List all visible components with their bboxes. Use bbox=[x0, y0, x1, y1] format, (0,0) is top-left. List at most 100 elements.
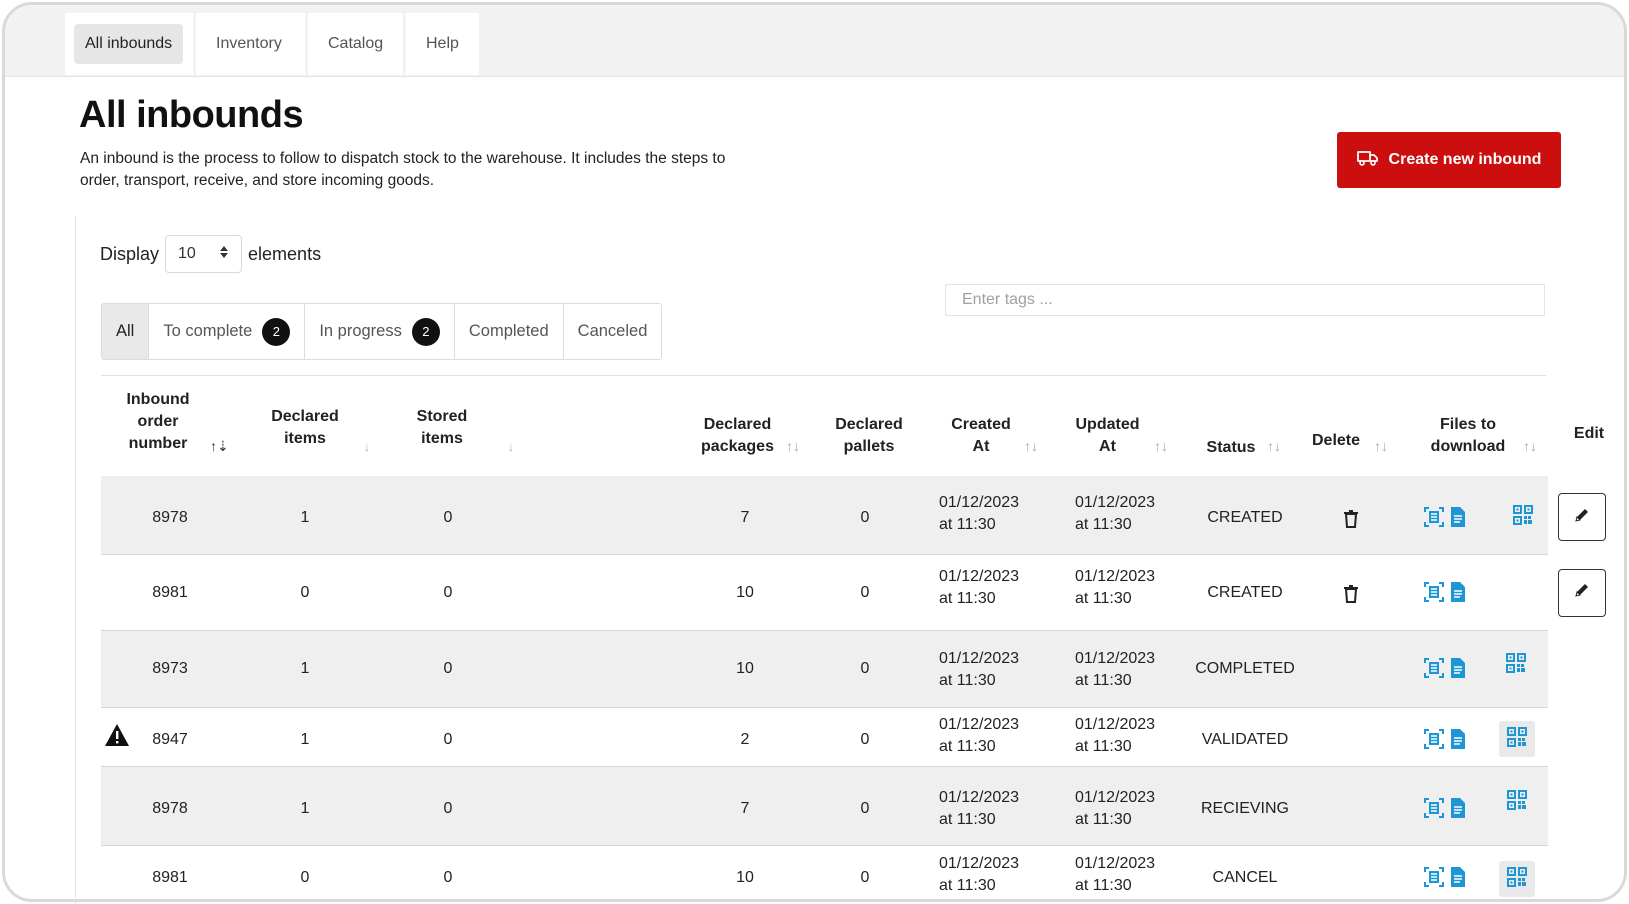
cell-order-number[interactable]: 8981 bbox=[140, 582, 200, 604]
status-badge: RECIEVING bbox=[1200, 800, 1289, 817]
cell-declared-items: 1 bbox=[300, 509, 310, 526]
cell-order-number[interactable]: 8978 bbox=[140, 798, 200, 820]
qr-code-icon[interactable] bbox=[1505, 788, 1529, 812]
cell-declared-items: 1 bbox=[300, 800, 310, 817]
cell-declared-pallets: 0 bbox=[860, 869, 870, 886]
truck-icon bbox=[1356, 150, 1379, 171]
display-control: Display 10 elements bbox=[100, 235, 321, 273]
header-declared-pallets[interactable]: Declared pallets bbox=[829, 414, 909, 458]
header-files-to-download[interactable]: Files to download bbox=[1423, 414, 1513, 458]
table-separator bbox=[101, 375, 1546, 376]
tab-inventory[interactable]: Inventory bbox=[196, 13, 305, 75]
trash-icon[interactable] bbox=[1339, 507, 1363, 531]
create-button-label: Create new inbound bbox=[1388, 151, 1542, 168]
header-delete[interactable]: Delete bbox=[1306, 430, 1366, 452]
cell-updated-at: 01/12/2023 at 11:30 bbox=[1075, 789, 1156, 828]
filter-canceled[interactable]: Canceled bbox=[564, 304, 662, 359]
sort-icon[interactable]: ↑↓ bbox=[1523, 438, 1537, 454]
filter-label: In progress bbox=[319, 322, 402, 340]
cell-declared-packages: 10 bbox=[736, 583, 754, 601]
tab-help[interactable]: Help bbox=[406, 13, 479, 75]
sort-icon[interactable]: ↓ bbox=[364, 440, 370, 454]
filter-label: Completed bbox=[468, 322, 549, 340]
cell-stored-items: 0 bbox=[443, 660, 453, 677]
header-order-number[interactable]: Inbound order number bbox=[118, 389, 198, 455]
sort-asc-icon[interactable]: ↑⇣ bbox=[210, 438, 229, 455]
tab-all-inbounds[interactable]: All inbounds bbox=[65, 13, 193, 75]
filter-completed[interactable]: Completed bbox=[455, 304, 564, 359]
document-download-icon[interactable] bbox=[1446, 796, 1470, 820]
barcode-download-icon[interactable] bbox=[1422, 865, 1446, 889]
filter-in-progress[interactable]: In progress 2 bbox=[305, 304, 455, 359]
cell-declared-packages: 2 bbox=[740, 731, 750, 748]
page-title: All inbounds bbox=[79, 94, 304, 136]
header-created-at[interactable]: Created At bbox=[946, 414, 1016, 458]
cell-declared-packages: 7 bbox=[740, 800, 750, 817]
header-stored-items[interactable]: Stored items bbox=[402, 406, 482, 450]
qr-code-icon[interactable] bbox=[1504, 651, 1528, 675]
pencil-icon bbox=[1573, 581, 1591, 604]
cell-declared-pallets: 0 bbox=[860, 800, 870, 817]
cell-declared-packages: 10 bbox=[736, 660, 754, 677]
document-download-icon[interactable] bbox=[1446, 656, 1470, 680]
tab-label: Catalog bbox=[328, 35, 384, 52]
cell-declared-pallets: 0 bbox=[860, 509, 870, 526]
top-nav-bar: All inbounds Inventory Catalog Help bbox=[5, 5, 1624, 77]
sort-icon[interactable]: ↑↓ bbox=[1024, 438, 1038, 454]
cell-stored-items: 0 bbox=[443, 509, 453, 526]
header-status[interactable]: Status bbox=[1196, 437, 1266, 459]
cell-order-number[interactable]: 8981 bbox=[140, 867, 200, 889]
cell-declared-items: 1 bbox=[300, 660, 310, 677]
document-download-icon[interactable] bbox=[1446, 580, 1470, 604]
status-badge: CANCEL bbox=[1212, 869, 1278, 886]
header-declared-packages[interactable]: Declared packages bbox=[695, 414, 780, 458]
trash-icon[interactable] bbox=[1339, 582, 1363, 606]
cell-stored-items: 0 bbox=[443, 583, 453, 601]
cell-created-at: 01/12/2023 at 11:30 bbox=[939, 494, 1020, 533]
create-new-inbound-button[interactable]: Create new inbound bbox=[1337, 132, 1561, 188]
barcode-download-icon[interactable] bbox=[1422, 505, 1446, 529]
sort-icon[interactable]: ↑↓ bbox=[1267, 438, 1281, 454]
tab-catalog[interactable]: Catalog bbox=[308, 13, 403, 75]
document-download-icon[interactable] bbox=[1446, 505, 1470, 529]
barcode-download-icon[interactable] bbox=[1422, 656, 1446, 680]
cell-updated-at: 01/12/2023 at 11:30 bbox=[1075, 716, 1156, 755]
qr-code-icon[interactable] bbox=[1511, 503, 1535, 527]
document-download-icon[interactable] bbox=[1446, 865, 1470, 889]
cell-order-number[interactable]: 8978 bbox=[140, 507, 200, 529]
filter-label: All bbox=[116, 322, 135, 340]
cell-created-at: 01/12/2023 at 11:30 bbox=[939, 650, 1020, 689]
sort-icon[interactable]: ↑↓ bbox=[1374, 438, 1388, 454]
content-left-border bbox=[75, 216, 76, 904]
header-updated-at[interactable]: Updated At bbox=[1070, 414, 1145, 458]
edit-button[interactable] bbox=[1558, 493, 1606, 541]
header-declared-items[interactable]: Declared items bbox=[265, 406, 345, 450]
cell-declared-packages: 10 bbox=[736, 869, 754, 886]
sort-icon[interactable]: ↓ bbox=[508, 440, 514, 454]
qr-code-icon[interactable] bbox=[1505, 725, 1529, 749]
sort-icon[interactable]: ↑↓ bbox=[1154, 438, 1168, 454]
qr-code-icon[interactable] bbox=[1505, 865, 1529, 889]
cell-created-at: 01/12/2023 at 11:30 bbox=[939, 855, 1020, 894]
status-badge: CREATED bbox=[1207, 583, 1283, 601]
status-badge: COMPLETED bbox=[1195, 660, 1295, 677]
document-download-icon[interactable] bbox=[1446, 727, 1470, 751]
cell-order-number[interactable]: 8973 bbox=[140, 658, 200, 680]
cell-declared-items: 0 bbox=[300, 583, 310, 601]
count-badge: 2 bbox=[411, 317, 440, 346]
page-description: An inbound is the process to follow to d… bbox=[80, 150, 726, 189]
cell-order-number[interactable]: 8947 bbox=[140, 729, 200, 751]
edit-button[interactable] bbox=[1558, 568, 1606, 617]
filter-label: To complete bbox=[163, 322, 253, 340]
tags-input[interactable] bbox=[945, 284, 1545, 316]
barcode-download-icon[interactable] bbox=[1422, 796, 1446, 820]
display-suffix: elements bbox=[248, 243, 322, 264]
filter-label: Canceled bbox=[577, 322, 648, 340]
page-size-select[interactable]: 10 bbox=[165, 235, 243, 273]
filter-to-complete[interactable]: To complete 2 bbox=[149, 304, 306, 359]
filter-all[interactable]: All bbox=[102, 304, 150, 359]
sort-icon[interactable]: ↑↓ bbox=[786, 438, 800, 454]
barcode-download-icon[interactable] bbox=[1422, 580, 1446, 604]
tab-label: Inventory bbox=[216, 35, 282, 52]
barcode-download-icon[interactable] bbox=[1422, 727, 1446, 751]
